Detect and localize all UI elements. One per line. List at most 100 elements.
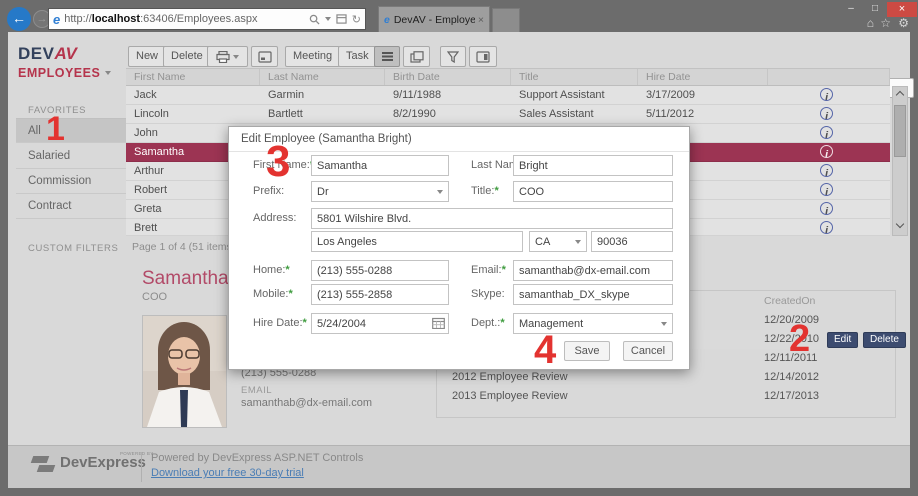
meeting-button[interactable]: Meeting <box>285 46 341 67</box>
list-view-button[interactable] <box>374 46 400 67</box>
minimize-button[interactable]: – <box>840 2 862 17</box>
new-button[interactable]: New <box>128 46 167 67</box>
info-icon[interactable]: i <box>820 145 833 158</box>
tab-title: DevAV - Employees <box>393 13 475 26</box>
tab-favicon-icon: e <box>384 13 390 26</box>
url-prefix: http:// <box>64 13 92 25</box>
favorites-star-icon[interactable]: ☆ <box>880 16 891 30</box>
new-tab-button[interactable] <box>492 8 520 32</box>
evaluation-row[interactable]: 2013 Employee Review 12/17/2013 <box>437 387 895 406</box>
ie-favicon-icon: e <box>53 11 61 27</box>
calendar-icon[interactable] <box>432 317 445 329</box>
email-field[interactable] <box>513 260 673 281</box>
hire-date-label: Hire Date:* <box>253 317 307 329</box>
address-field[interactable] <box>311 208 673 229</box>
home-phone-field[interactable] <box>311 260 449 281</box>
last-name-field[interactable] <box>513 155 673 176</box>
card-view-icon <box>409 50 424 63</box>
browser-tab[interactable]: e DevAV - Employees × <box>378 6 490 32</box>
email-label: EMAIL <box>241 385 273 396</box>
detail-panel-icon <box>476 50 490 63</box>
detail-panel-button[interactable] <box>469 46 497 67</box>
info-icon[interactable]: i <box>820 107 833 120</box>
grid-header[interactable]: First Name Last Name Birth Date Title Hi… <box>126 68 890 86</box>
required-mark: * <box>288 288 293 300</box>
filter-button[interactable] <box>440 46 466 67</box>
title-field[interactable] <box>513 181 673 202</box>
state-dropdown[interactable]: CA <box>529 231 587 252</box>
created-on-header[interactable]: CreatedOn <box>764 295 815 307</box>
print-dropdown-icon <box>233 54 239 59</box>
task-button[interactable]: Task <box>338 46 377 67</box>
close-button[interactable]: × <box>887 2 917 17</box>
address-bar[interactable]: e http://localhost:63406/Employees.aspx … <box>48 8 366 30</box>
portrait-image <box>143 316 226 427</box>
table-row[interactable]: Jack Garmin 9/11/1988 Support Assistant 3/17… <box>126 86 890 105</box>
email-label: Email:* <box>471 264 506 276</box>
trial-download-link[interactable]: Download your free 30-day trial <box>151 467 304 479</box>
detail-email[interactable]: samanthab@dx-email.com <box>241 397 372 409</box>
maximize-button[interactable]: □ <box>864 2 886 17</box>
delete-button[interactable]: Delete <box>163 46 211 67</box>
column-header-info <box>768 69 890 85</box>
sidebar-item-commission[interactable]: Commission <box>16 169 126 194</box>
logo-dropdown-icon[interactable] <box>104 70 111 75</box>
edit-button[interactable]: Edit <box>827 332 859 348</box>
info-icon[interactable]: i <box>820 88 833 101</box>
skype-field[interactable] <box>513 284 673 305</box>
delete-button[interactable]: Delete <box>863 332 906 348</box>
save-button[interactable]: Save <box>564 341 610 361</box>
logo-dev: DEV <box>18 44 55 63</box>
powered-by-text: Powered by DevExpress ASP.NET Controls <box>151 452 364 464</box>
title-label: Title:* <box>471 185 499 197</box>
city-field[interactable] <box>311 231 523 252</box>
cancel-button[interactable]: Cancel <box>623 341 673 361</box>
column-header-last-name[interactable]: Last Name <box>260 69 385 85</box>
table-row[interactable]: Lincoln Bartlett 8/2/1990 Sales Assistant 5/… <box>126 105 890 124</box>
sidebar-item-all[interactable]: All <box>16 118 126 143</box>
column-header-title[interactable]: Title <box>511 69 638 85</box>
logo-av: AV <box>54 44 77 63</box>
settings-gear-icon[interactable]: ⚙ <box>898 16 909 30</box>
sidebar-item-salaried[interactable]: Salaried <box>16 144 126 169</box>
scroll-up-icon[interactable] <box>895 90 905 100</box>
tab-close-icon[interactable]: × <box>478 14 484 26</box>
info-icon[interactable]: i <box>820 202 833 215</box>
footer-divider <box>141 452 142 482</box>
compatibility-icon[interactable] <box>336 14 347 24</box>
vertical-scrollbar[interactable] <box>892 86 908 236</box>
filter-funnel-icon <box>447 50 459 63</box>
scrollbar-thumb[interactable] <box>894 105 906 157</box>
mobile-phone-label: Mobile:* <box>253 288 293 300</box>
search-dropdown-icon[interactable] <box>324 17 331 21</box>
card-view-button[interactable] <box>403 46 430 67</box>
info-icon[interactable]: i <box>820 221 833 234</box>
print-button[interactable] <box>207 46 248 67</box>
dialog-separator <box>229 151 689 152</box>
export-button[interactable] <box>251 46 278 67</box>
home-icon[interactable]: ⌂ <box>867 16 874 30</box>
logo-employees[interactable]: EMPLOYEES <box>18 66 100 80</box>
sidebar-item-contract[interactable]: Contract <box>16 194 126 219</box>
info-icon[interactable]: i <box>820 164 833 177</box>
back-button[interactable]: ← <box>7 7 31 31</box>
hire-date-field[interactable] <box>311 313 449 334</box>
refresh-icon[interactable]: ↻ <box>352 13 361 26</box>
info-icon[interactable]: i <box>820 183 833 196</box>
devexpress-logo-sup: POWERED BY <box>120 451 154 456</box>
evaluation-row[interactable]: 2012 Employee Review 12/14/2012 <box>437 368 895 387</box>
search-icon[interactable] <box>309 14 320 25</box>
zip-field[interactable] <box>591 231 673 252</box>
first-name-field[interactable] <box>311 155 449 176</box>
column-header-first-name[interactable]: First Name <box>126 69 260 85</box>
prefix-dropdown[interactable]: Dr <box>311 181 449 202</box>
column-header-hire-date[interactable]: Hire Date <box>638 69 768 85</box>
employee-photo <box>142 315 227 428</box>
required-mark: * <box>501 264 506 276</box>
column-header-birth-date[interactable]: Birth Date <box>385 69 511 85</box>
info-icon[interactable]: i <box>820 126 833 139</box>
scroll-down-icon[interactable] <box>895 219 905 229</box>
chevron-down-icon <box>575 239 581 244</box>
url-path: :63406/Employees.aspx <box>140 13 258 25</box>
mobile-phone-field[interactable] <box>311 284 449 305</box>
